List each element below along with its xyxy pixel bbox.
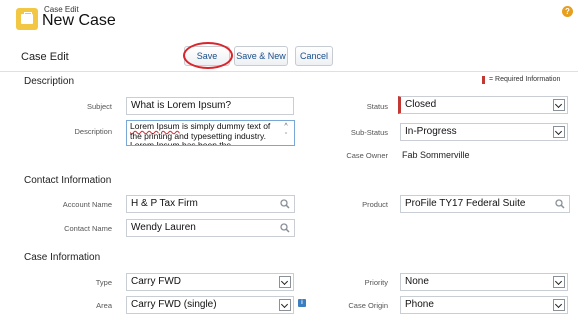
contact-name-label: Contact Name bbox=[64, 224, 112, 233]
contact-name-value: Wendy Lauren bbox=[131, 222, 196, 233]
substatus-value: In-Progress bbox=[405, 126, 457, 137]
toolbar-divider bbox=[0, 71, 578, 72]
save-highlight-ring bbox=[183, 42, 233, 69]
required-note: = Required Information bbox=[489, 76, 561, 83]
case-owner-label: Case Owner bbox=[346, 151, 388, 160]
section-title-contact: Contact Information bbox=[24, 175, 112, 186]
save-and-new-button[interactable]: Save & New bbox=[234, 46, 288, 66]
case-owner-value: Fab Sommerville bbox=[402, 150, 470, 160]
chevron-down-icon[interactable] bbox=[553, 99, 565, 111]
status-label: Status bbox=[366, 102, 388, 111]
case-origin-value: Phone bbox=[405, 299, 434, 310]
status-value: Closed bbox=[405, 99, 437, 110]
page-title: New Case bbox=[42, 12, 116, 29]
section-title-case-info: Case Information bbox=[24, 252, 101, 263]
product-label: Product bbox=[362, 200, 388, 209]
case-origin-select[interactable]: Phone bbox=[400, 296, 568, 314]
form-title: Case Edit bbox=[21, 51, 69, 63]
case-origin-label: Case Origin bbox=[348, 301, 388, 310]
chevron-down-icon[interactable] bbox=[553, 299, 565, 311]
help-icon[interactable]: ? bbox=[562, 6, 573, 17]
search-icon[interactable] bbox=[280, 223, 290, 233]
substatus-select[interactable]: In-Progress bbox=[400, 123, 568, 141]
contact-name-field[interactable]: Wendy Lauren bbox=[126, 219, 295, 237]
priority-select[interactable]: None bbox=[400, 273, 568, 291]
search-icon[interactable] bbox=[555, 199, 565, 209]
cancel-button[interactable]: Cancel bbox=[295, 46, 333, 66]
required-marker bbox=[482, 76, 485, 84]
chevron-down-icon[interactable] bbox=[553, 126, 565, 138]
chevron-down-icon[interactable] bbox=[553, 276, 565, 288]
case-icon bbox=[16, 8, 38, 30]
substatus-label: Sub-Status bbox=[350, 128, 388, 137]
product-field[interactable]: ProFile TY17 Federal Suite bbox=[400, 195, 570, 213]
priority-label: Priority bbox=[364, 278, 388, 287]
status-select[interactable]: Closed bbox=[398, 96, 568, 114]
section-title-description: Description bbox=[24, 76, 75, 87]
product-value: ProFile TY17 Federal Suite bbox=[405, 198, 526, 209]
priority-value: None bbox=[405, 276, 429, 287]
